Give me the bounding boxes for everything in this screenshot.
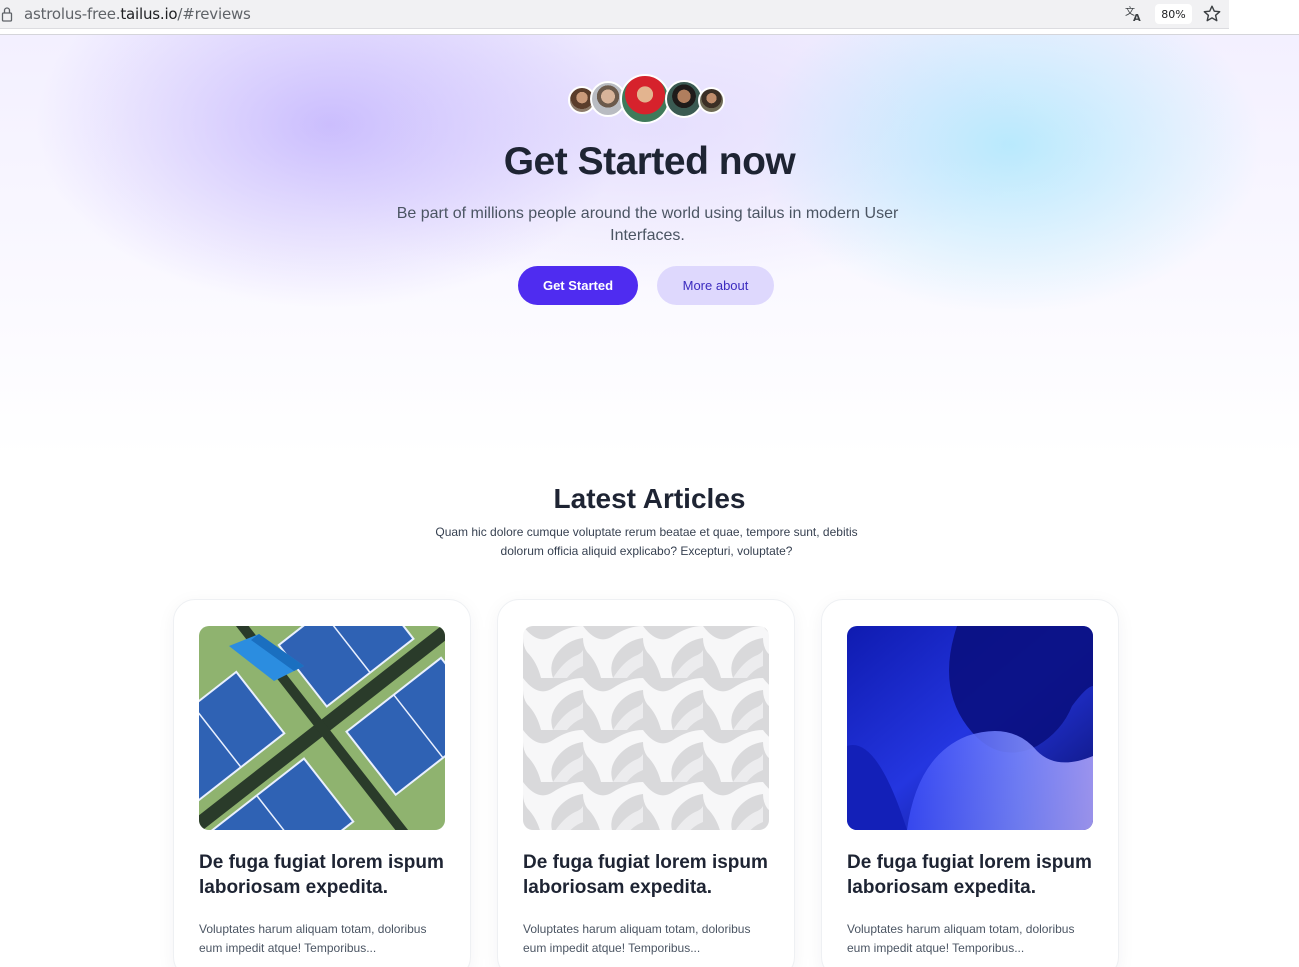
translate-icon[interactable]: 文 A [1124, 4, 1144, 24]
lock-icon [1, 7, 13, 22]
toolbar-spacer [1229, 0, 1299, 34]
avatar [620, 74, 670, 124]
articles-title: Latest Articles [553, 483, 746, 514]
svg-text:A: A [1133, 13, 1141, 24]
get-started-button[interactable]: Get Started [518, 266, 638, 305]
article-image-blue-abstract[interactable] [847, 626, 1093, 830]
article-image-white-pattern[interactable] [523, 626, 769, 830]
article-title[interactable]: De fuga fugiat lorem ispum laboriosam ex… [847, 850, 1097, 900]
article-card[interactable]: De fuga fugiat lorem ispum laboriosam ex… [173, 599, 471, 967]
avatar [698, 87, 725, 114]
url-text[interactable]: astrolus-free.tailus.io/#reviews [24, 5, 251, 23]
url-path: /#reviews [177, 5, 251, 23]
article-image-tennis-courts[interactable] [199, 626, 445, 830]
article-excerpt: Voluptates harum aliquam totam, doloribu… [199, 922, 427, 955]
more-about-button[interactable]: More about [657, 266, 774, 305]
article-excerpt: Voluptates harum aliquam totam, doloribu… [523, 922, 751, 955]
articles-subtitle: Quam hic dolore cumque voluptate rerum b… [435, 525, 858, 558]
address-bar[interactable]: astrolus-free.tailus.io/#reviews 文 A 80% [0, 0, 1229, 29]
zoom-level-badge[interactable]: 80% [1155, 4, 1192, 24]
article-title[interactable]: De fuga fugiat lorem ispum laboriosam ex… [199, 850, 449, 900]
article-card[interactable]: De fuga fugiat lorem ispum laboriosam ex… [821, 599, 1119, 967]
article-card[interactable]: De fuga fugiat lorem ispum laboriosam ex… [497, 599, 795, 967]
star-icon[interactable] [1202, 4, 1222, 24]
article-title[interactable]: De fuga fugiat lorem ispum laboriosam ex… [523, 850, 773, 900]
article-excerpt: Voluptates harum aliquam totam, doloribu… [847, 922, 1075, 955]
avatar-group [568, 74, 728, 126]
url-host: tailus.io [120, 5, 178, 23]
hero-subtitle: Be part of millions people around the wo… [396, 205, 899, 244]
hero-title: Get Started now [503, 140, 796, 183]
url-prefix: astrolus-free. [24, 5, 121, 23]
